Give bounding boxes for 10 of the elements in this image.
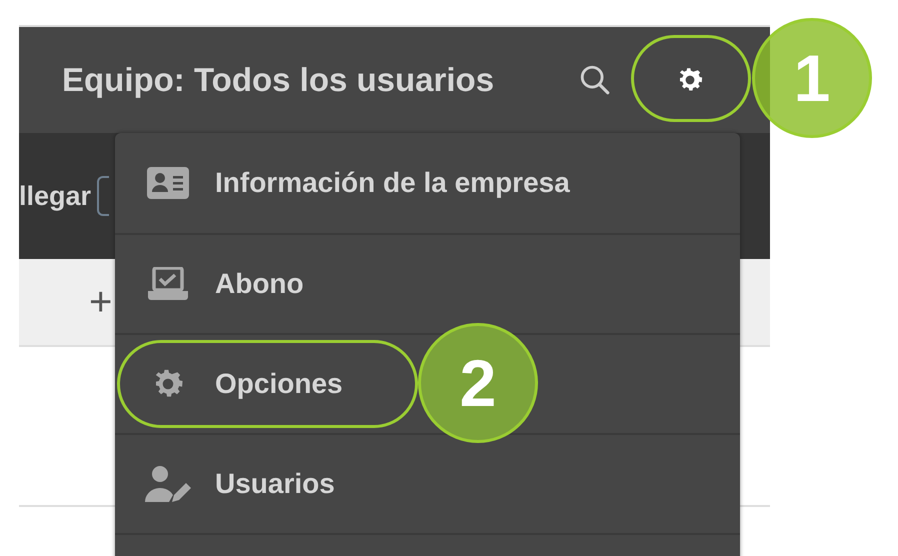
menu-item[interactable]: Información de la empresa (115, 133, 740, 233)
input-field[interactable] (97, 176, 110, 216)
search-icon[interactable] (578, 63, 612, 97)
add-button[interactable]: + (89, 282, 112, 322)
team-title: Equipo: Todos los usuarios (62, 61, 494, 99)
inbox-check-icon (145, 267, 191, 301)
step-badge: 1 (752, 18, 872, 138)
user-edit-icon (145, 465, 191, 503)
toolbar-label: llegar (19, 180, 92, 212)
id-card-icon (145, 167, 191, 199)
